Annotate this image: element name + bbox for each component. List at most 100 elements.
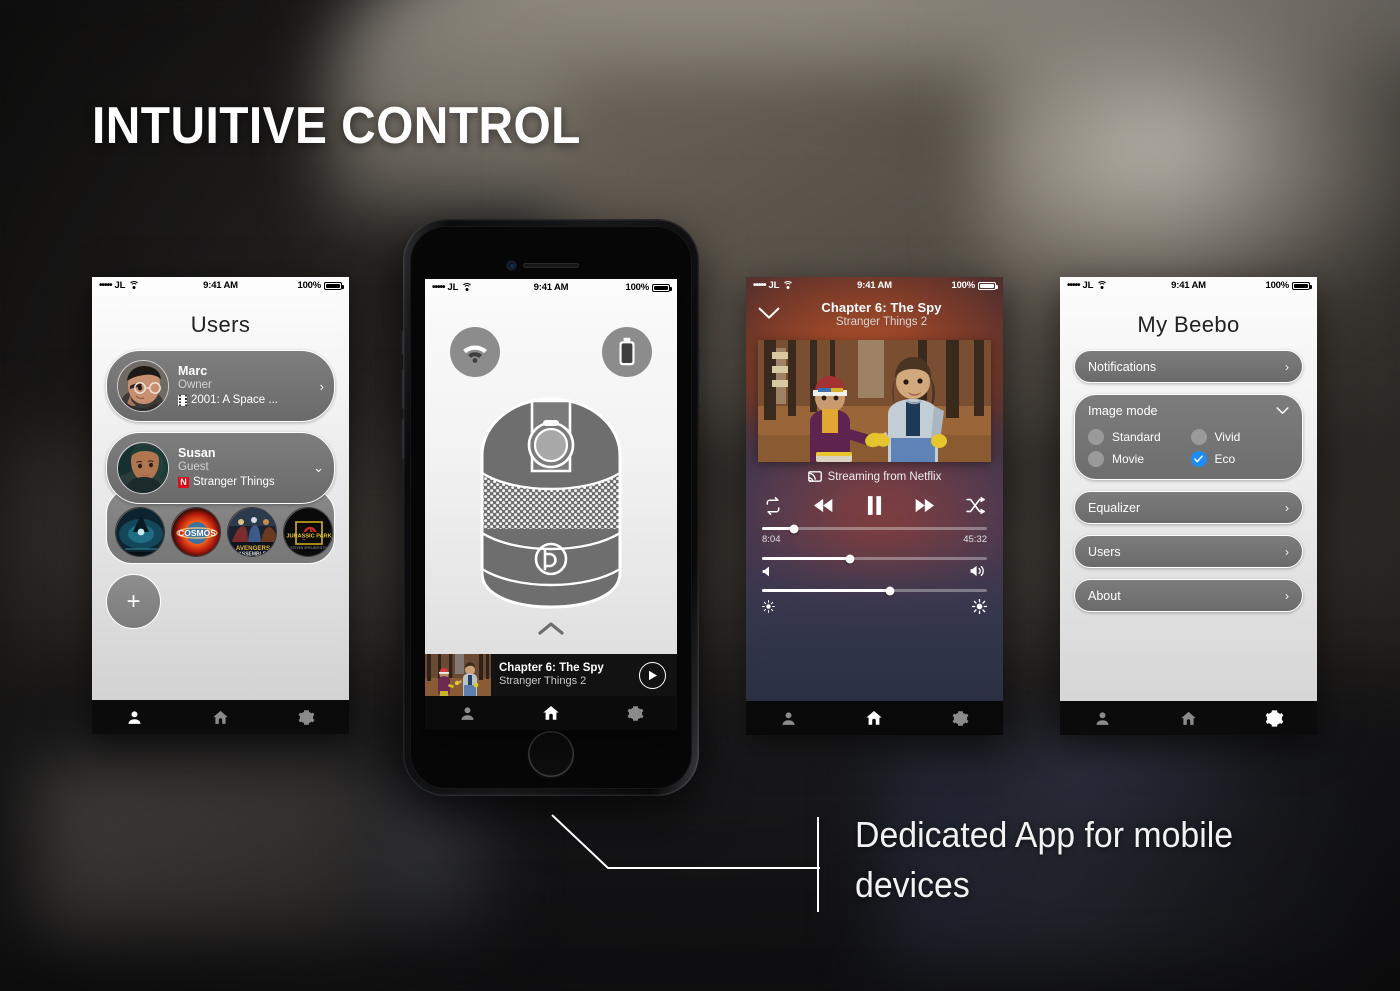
user-card-susan[interactable]: Susan Guest N Stranger Things ⌄ — [106, 432, 335, 504]
play-button[interactable] — [639, 661, 666, 689]
chevron-right-icon[interactable]: › — [320, 379, 324, 394]
add-user-button[interactable]: + — [106, 574, 161, 629]
progress-slider-group: 8:04 45:32 — [746, 515, 1003, 545]
tab-home[interactable] — [1171, 705, 1205, 731]
brightness-slider-group — [746, 577, 1003, 614]
carrier-label: JL — [1082, 280, 1094, 291]
brightness-low-icon[interactable] — [762, 600, 775, 613]
phone-volume-down-button[interactable] — [401, 419, 404, 459]
streaming-status: Streaming from Netflix — [746, 471, 1003, 483]
brightness-knob[interactable] — [885, 586, 895, 595]
settings-group-image-mode: Image mode Standard Vivid Movie Eco — [1074, 394, 1303, 480]
radio-icon[interactable] — [1088, 429, 1104, 445]
person-icon — [1096, 711, 1109, 725]
tab-settings[interactable] — [618, 700, 652, 726]
volume-icons — [762, 565, 987, 577]
battery-icon — [324, 281, 344, 290]
person-icon — [460, 706, 474, 720]
status-bar: ••••• JL 9:41 AM 100% — [92, 277, 349, 294]
streaming-label: Streaming from Netflix — [827, 471, 942, 483]
radio-icon[interactable] — [1190, 429, 1207, 445]
battery-percent-label: 100% — [297, 280, 322, 291]
radio-checked-icon[interactable] — [1190, 451, 1207, 467]
tab-users[interactable] — [1086, 705, 1120, 731]
volume-high-icon[interactable] — [970, 565, 987, 577]
tab-home[interactable] — [534, 700, 568, 726]
home-icon — [543, 705, 559, 720]
shuffle-button[interactable] — [966, 497, 985, 514]
image-mode-option-standard[interactable]: Standard — [1088, 429, 1187, 445]
poster-arrival[interactable] — [115, 507, 165, 557]
volume-knob[interactable] — [845, 554, 855, 563]
poster-avengers[interactable]: AVENGERS ASSEMBLE! — [227, 507, 277, 557]
user-card-marc[interactable]: Marc Owner 2001: A Space ... › — [106, 350, 335, 422]
fast-forward-button[interactable] — [914, 498, 934, 513]
carrier-label: JL — [768, 280, 780, 291]
wifi-status-icon — [463, 345, 487, 363]
chevron-right-icon: › — [1285, 588, 1289, 603]
image-mode-option-movie[interactable]: Movie — [1088, 451, 1187, 467]
image-mode-option-vivid[interactable]: Vivid — [1190, 429, 1290, 445]
transport-controls — [746, 483, 1003, 515]
settings-row-users[interactable]: Users › — [1074, 535, 1303, 568]
image-mode-label: Image mode — [1088, 404, 1158, 418]
chevron-right-icon: › — [1285, 359, 1289, 374]
status-bar: ••••• JL 9:41 AM 100% — [1060, 277, 1317, 294]
poster-cosmos[interactable]: COSMOS — [171, 507, 221, 557]
tab-bar — [92, 700, 349, 734]
volume-low-icon[interactable] — [762, 566, 772, 577]
tab-settings[interactable] — [289, 704, 323, 730]
battery-status-chip[interactable] — [602, 327, 652, 377]
film-icon — [178, 395, 187, 407]
home-icon — [213, 710, 228, 724]
phone-mute-switch[interactable] — [401, 331, 404, 355]
check-icon — [1194, 455, 1203, 463]
wifi-status-chip[interactable] — [450, 327, 500, 377]
phone-home-button[interactable] — [528, 731, 574, 777]
brightness-high-icon[interactable] — [972, 599, 987, 614]
stranger-things-artwork[interactable] — [758, 340, 991, 462]
now-playing-bar[interactable]: Chapter 6: The Spy Stranger Things 2 — [425, 654, 677, 696]
background-blob-1 — [30, 760, 370, 940]
svg-text:JURASSIC PARK: JURASSIC PARK — [286, 534, 331, 540]
settings-row-equalizer[interactable]: Equalizer › — [1074, 491, 1303, 524]
chevron-up-icon[interactable] — [538, 622, 564, 635]
pause-button[interactable] — [867, 496, 882, 515]
rewind-button[interactable] — [814, 498, 834, 513]
callout-leader-line — [551, 814, 820, 912]
volume-slider[interactable] — [762, 554, 987, 563]
image-mode-option-eco[interactable]: Eco — [1190, 451, 1290, 467]
home-icon — [1181, 711, 1196, 725]
tab-settings[interactable] — [943, 705, 977, 731]
signal-dots-icon: ••••• — [753, 280, 766, 291]
image-mode-header[interactable]: Image mode — [1075, 395, 1302, 425]
tab-users[interactable] — [772, 705, 806, 731]
elapsed-time: 8:04 — [762, 534, 781, 545]
stranger-things-thumb — [425, 654, 491, 696]
phone-power-button[interactable] — [698, 349, 701, 405]
wifi-icon — [1096, 281, 1108, 290]
tab-users[interactable] — [118, 704, 152, 730]
radio-icon[interactable] — [1088, 451, 1104, 467]
progress-slider[interactable] — [762, 524, 987, 533]
tab-home[interactable] — [857, 705, 891, 731]
beebo-speaker-illustration[interactable] — [466, 387, 636, 613]
page-heading-settings: My Beebo — [1137, 312, 1240, 337]
gear-icon — [298, 709, 315, 725]
signal-dots-icon: ••••• — [432, 282, 445, 293]
brightness-icons — [762, 599, 987, 614]
phone-volume-up-button[interactable] — [401, 369, 404, 409]
player-body: Chapter 6: The Spy Stranger Things 2 Str… — [746, 294, 1003, 614]
poster-jurassic-park[interactable]: JURASSIC PARK A STEVEN SPIELBERG FILM — [283, 507, 333, 557]
option-label: Standard — [1112, 430, 1161, 444]
brightness-slider[interactable] — [762, 586, 987, 595]
tab-settings[interactable] — [1257, 705, 1291, 731]
chevron-down-icon[interactable]: ⌄ — [313, 460, 324, 476]
tab-home[interactable] — [203, 704, 237, 730]
tab-users[interactable] — [450, 700, 484, 726]
user-now-playing: N Stranger Things — [178, 475, 304, 490]
progress-knob[interactable] — [789, 524, 798, 533]
settings-row-notifications[interactable]: Notifications › — [1074, 350, 1303, 383]
settings-row-about[interactable]: About › — [1074, 579, 1303, 612]
repeat-button[interactable] — [764, 496, 782, 515]
